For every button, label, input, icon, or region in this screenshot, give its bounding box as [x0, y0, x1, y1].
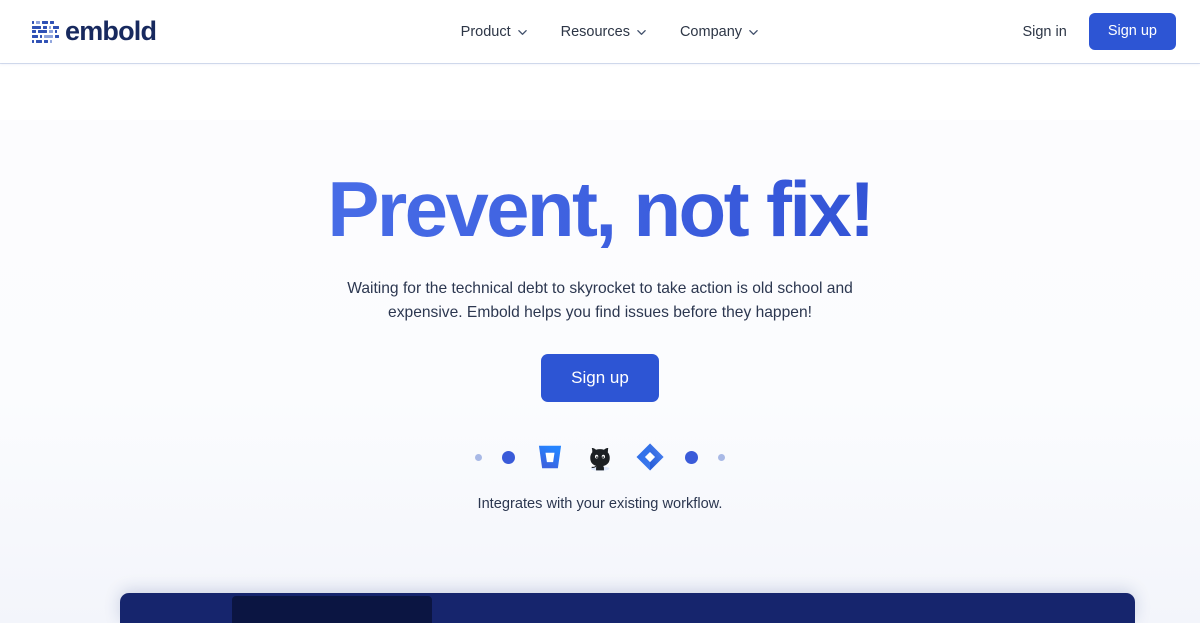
integrations-row — [0, 440, 1200, 474]
site-header: embold Product Resources Company Sign in… — [0, 0, 1200, 63]
github-icon[interactable] — [585, 442, 615, 472]
dot-small-right-outer — [718, 453, 725, 461]
sign-up-button-hero[interactable]: Sign up — [541, 353, 659, 403]
sign-in-link[interactable]: Sign in — [1022, 24, 1066, 40]
chevron-down-icon — [749, 28, 758, 37]
hero-section: Prevent, not fix! Waiting for the techni… — [0, 120, 1200, 623]
sign-up-button-header[interactable]: Sign up — [1088, 13, 1176, 50]
dot-small-left-outer — [475, 453, 482, 461]
chevron-down-icon — [637, 28, 646, 37]
nav-item-product[interactable]: Product — [461, 24, 527, 40]
product-preview-panel-sidebar — [232, 596, 432, 623]
hero-cta-wrapper: Sign up — [0, 353, 1200, 403]
hero-title: Prevent, not fix! — [0, 168, 1200, 251]
nav-item-resources-label: Resources — [560, 23, 630, 40]
header-spacer — [0, 63, 1200, 120]
jira-icon[interactable] — [635, 442, 665, 472]
hero-subtitle: Waiting for the technical debt to skyroc… — [347, 279, 853, 321]
header-actions: Sign in Sign up — [1022, 13, 1176, 50]
bitbucket-icon[interactable] — [535, 442, 565, 472]
embold-grid-logo-icon — [32, 21, 59, 43]
brand-logo-link[interactable]: embold — [32, 16, 157, 46]
integrations-caption: Integrates with your existing workflow. — [477, 496, 723, 513]
product-preview-panel — [120, 593, 1135, 623]
dot-medium-left — [502, 450, 515, 464]
dot-medium-right — [685, 450, 698, 464]
nav-item-resources[interactable]: Resources — [561, 24, 646, 40]
nav-item-company[interactable]: Company — [680, 24, 758, 40]
chevron-down-icon — [517, 28, 527, 37]
nav-item-product-label: Product — [460, 23, 511, 40]
nav-item-company-label: Company — [679, 23, 743, 40]
primary-navigation: Product Resources Company — [196, 24, 1022, 40]
brand-name: embold — [65, 16, 157, 46]
